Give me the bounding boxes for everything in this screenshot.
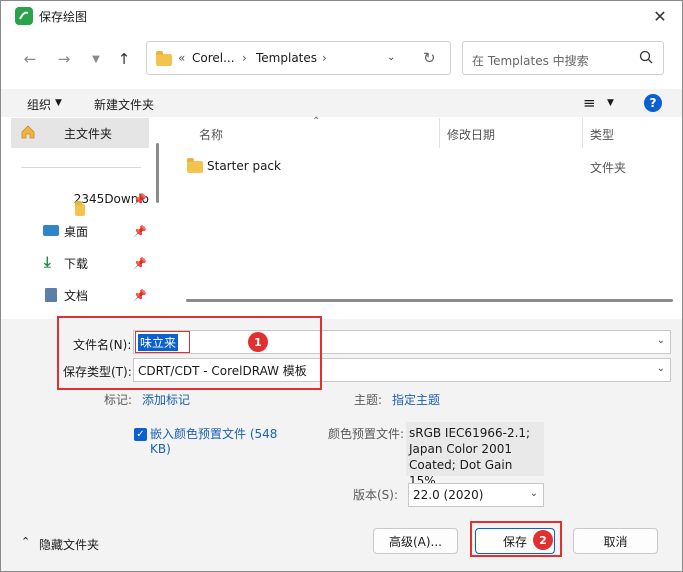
embed-color-profile-size[interactable]: KB) [150, 442, 171, 456]
navigation-pane: 主文件夹 2345Downlo 📌 桌面 📌 ⤓ 下载 📌 文档 📌 [11, 118, 156, 318]
color-profile-line-1: sRGB IEC61966-2.1; [409, 426, 531, 440]
search-icon[interactable] [639, 50, 653, 67]
version-dropdown-chevron-icon[interactable]: ⌄ [530, 488, 538, 499]
pin-icon[interactable]: 📌 [133, 225, 147, 238]
column-divider[interactable] [582, 118, 583, 148]
folder-icon [75, 201, 85, 216]
search-input[interactable]: 在 Templates 中搜索 [472, 52, 589, 69]
search-box[interactable]: 在 Templates 中搜索 [462, 41, 664, 75]
recent-locations-chevron-icon[interactable]: ▼ [83, 46, 109, 72]
save-drawing-dialog: 保存绘图 ✕ ← → ▼ ↑ « Corel... › Templates › … [0, 0, 683, 572]
sidebar-scrollbar[interactable] [156, 143, 159, 203]
version-value: 22.0 (2020) [413, 488, 484, 502]
sidebar-item-2345downloads[interactable]: 2345Downlo 📌 [11, 184, 149, 216]
filename-dropdown-chevron-icon[interactable]: ⌄ [657, 335, 665, 346]
pin-icon[interactable]: 📌 [133, 193, 147, 206]
add-tags-link[interactable]: 添加标记 [142, 391, 190, 408]
download-icon: ⤓ [44, 253, 51, 271]
sidebar-item-documents[interactable]: 文档 📌 [11, 280, 149, 310]
column-header-date[interactable]: 修改日期 [447, 126, 495, 143]
sidebar-divider [21, 167, 141, 168]
pin-icon[interactable]: 📌 [133, 257, 147, 270]
coreldraw-app-icon [15, 7, 33, 25]
new-folder-button[interactable]: 新建文件夹 [94, 96, 154, 113]
view-chevron-icon[interactable]: ▼ [607, 98, 614, 108]
forward-arrow-icon[interactable]: → [51, 46, 77, 72]
dialog-footer: ⌃ 隐藏文件夹 高级(A)... 保存 2 取消 [1, 511, 682, 571]
save-options-panel: 文件名(N): 味立来 ⌄ 保存类型(T): CDRT/CDT - CorelD… [1, 316, 682, 511]
color-profile-value-box: sRGB IEC61966-2.1; Japan Color 2001 Coat… [406, 422, 544, 488]
folder-icon [156, 51, 172, 66]
column-header-type[interactable]: 类型 [590, 126, 614, 143]
tags-label: 标记: [104, 393, 133, 407]
hide-folders-toggle[interactable]: 隐藏文件夹 [39, 536, 99, 553]
annotation-box-filename [57, 316, 322, 390]
address-bar[interactable]: « Corel... › Templates › ⌄ ↻ [146, 41, 451, 75]
sort-ascending-icon: ⌃ [312, 116, 321, 127]
annotation-badge-2: 2 [533, 530, 553, 550]
advanced-button[interactable]: 高级(A)... [373, 528, 458, 554]
file-list: ⌃ 名称 修改日期 类型 Starter pack 文件夹 [166, 116, 682, 318]
home-icon [20, 124, 36, 143]
chevron-up-icon[interactable]: ⌃ [21, 535, 30, 548]
file-list-horizontal-scrollbar[interactable] [186, 299, 673, 302]
file-type: 文件夹 [590, 161, 627, 175]
subject-label: 主题: [354, 393, 383, 407]
column-divider[interactable] [439, 118, 440, 148]
version-select[interactable]: 22.0 (2020) ⌄ [408, 483, 544, 507]
command-bar: 组织 ▼ 新建文件夹 ≡ ▼ ? [1, 89, 682, 117]
sidebar-item-home[interactable]: 主文件夹 [11, 118, 149, 148]
back-arrow-icon[interactable]: ← [17, 46, 43, 72]
organize-menu[interactable]: 组织 [27, 96, 51, 113]
breadcrumb-overflow[interactable]: « [178, 51, 185, 65]
cancel-button[interactable]: 取消 [573, 528, 658, 554]
address-dropdown-chevron-icon[interactable]: ⌄ [387, 52, 395, 63]
organize-chevron-icon[interactable]: ▼ [55, 98, 62, 108]
annotation-box-value [135, 331, 190, 353]
breadcrumb-separator-icon: › [242, 51, 247, 65]
file-name: Starter pack [207, 159, 281, 173]
help-icon[interactable]: ? [644, 94, 662, 112]
up-arrow-icon[interactable]: ↑ [111, 46, 137, 72]
annotation-badge-1: 1 [248, 332, 268, 352]
window-title: 保存绘图 [39, 10, 88, 24]
color-profile-label: 颜色预置文件: [328, 427, 405, 441]
view-options-icon[interactable]: ≡ [583, 94, 596, 112]
specify-subject-link[interactable]: 指定主题 [392, 391, 440, 408]
close-icon[interactable]: ✕ [649, 5, 671, 27]
sidebar-item-desktop[interactable]: 桌面 📌 [11, 216, 149, 246]
refresh-icon[interactable]: ↻ [423, 49, 436, 67]
breadcrumb-corel[interactable]: Corel... [192, 51, 235, 65]
pin-icon[interactable]: 📌 [133, 289, 147, 302]
color-profile-line-2: Japan Color 2001 [409, 442, 512, 456]
table-row[interactable]: Starter pack 文件夹 [180, 154, 680, 178]
embed-color-profile-checkbox[interactable]: ✓ [134, 428, 147, 441]
breadcrumb-templates[interactable]: Templates [256, 51, 317, 65]
column-header-name[interactable]: 名称 [199, 126, 223, 143]
folder-icon [187, 158, 203, 173]
version-label: 版本(S): [353, 488, 399, 502]
document-icon [45, 288, 57, 302]
sidebar-item-label: 主文件夹 [64, 126, 113, 141]
sidebar-item-downloads[interactable]: ⤓ 下载 📌 [11, 248, 149, 278]
breadcrumb-separator-icon: › [322, 51, 327, 65]
desktop-icon [43, 225, 59, 236]
embed-color-profile-label[interactable]: 嵌入颜色预置文件 (548 [150, 425, 277, 442]
filetype-dropdown-chevron-icon[interactable]: ⌄ [657, 363, 665, 374]
title-bar: 保存绘图 ✕ [1, 1, 682, 31]
